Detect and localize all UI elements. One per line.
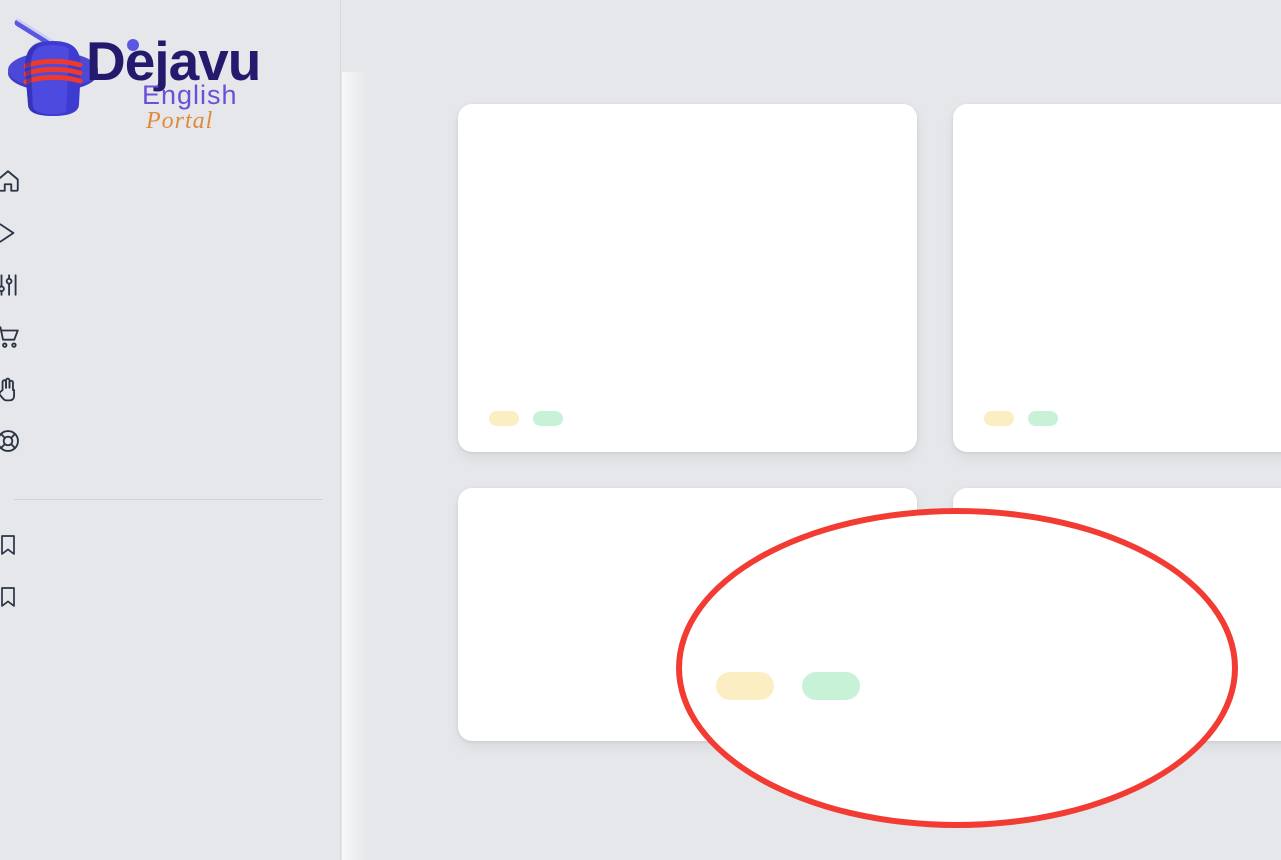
svg-text:English: English — [142, 80, 238, 110]
svg-text:Portal: Portal — [145, 108, 213, 134]
sidebar-item-yardim[interactable] — [0, 415, 340, 467]
news-card[interactable] — [953, 104, 1281, 452]
magnifier-content — [682, 514, 1232, 822]
brand-logo[interactable]: Dejavu English Portal — [0, 8, 290, 134]
sidebar-item-abonelik-ayarlari[interactable] — [0, 311, 340, 363]
hand-raised-icon — [0, 374, 26, 404]
sidebar-item-ifade-defterim[interactable] — [0, 571, 340, 623]
news-card[interactable] — [458, 104, 917, 452]
content-panel — [342, 0, 1281, 860]
card-thumbnail — [953, 104, 1281, 357]
status-badge-category[interactable] — [1028, 411, 1058, 426]
shopping-cart-icon — [0, 322, 26, 352]
magnifier-lens-overlay — [676, 508, 1238, 828]
status-badge-english-level[interactable] — [984, 411, 1014, 426]
card-badges — [489, 411, 886, 426]
sidebar-section-defterlerim — [0, 479, 340, 519]
sidebar-section-divider — [14, 498, 323, 500]
sidebar-item-ayarlar[interactable] — [0, 259, 340, 311]
sidebar-item-etiket-yoneticisi[interactable] — [0, 207, 340, 259]
status-badge-english-level[interactable] — [489, 411, 519, 426]
status-badge-category[interactable] — [533, 411, 563, 426]
app-root: Dejavu English Portal — [0, 0, 1281, 860]
bookmark-icon — [0, 582, 26, 612]
status-badge-english-level[interactable] — [716, 672, 774, 700]
magnified-badges — [716, 672, 860, 700]
sidebar-item-sorun-bildir[interactable] — [0, 363, 340, 415]
lifebuoy-icon — [0, 426, 26, 456]
bookmark-icon — [0, 530, 26, 560]
panel-edge-shadow — [342, 72, 370, 860]
card-body — [458, 357, 917, 452]
card-badges — [984, 411, 1281, 426]
sidebar-item-kelime-defterim[interactable] — [0, 519, 340, 571]
home-icon — [0, 166, 26, 196]
sidebar-item-kontrol-paneli[interactable] — [0, 155, 340, 207]
sidebar: Dejavu English Portal — [0, 0, 341, 860]
card-thumbnail — [458, 104, 917, 357]
dejavu-english-portal-logo-icon: Dejavu English Portal — [8, 18, 261, 134]
sliders-icon — [0, 270, 26, 300]
card-body — [953, 357, 1281, 452]
sidebar-nav — [0, 155, 340, 623]
tag-chevron-icon — [0, 218, 26, 248]
status-badge-category[interactable] — [802, 672, 860, 700]
